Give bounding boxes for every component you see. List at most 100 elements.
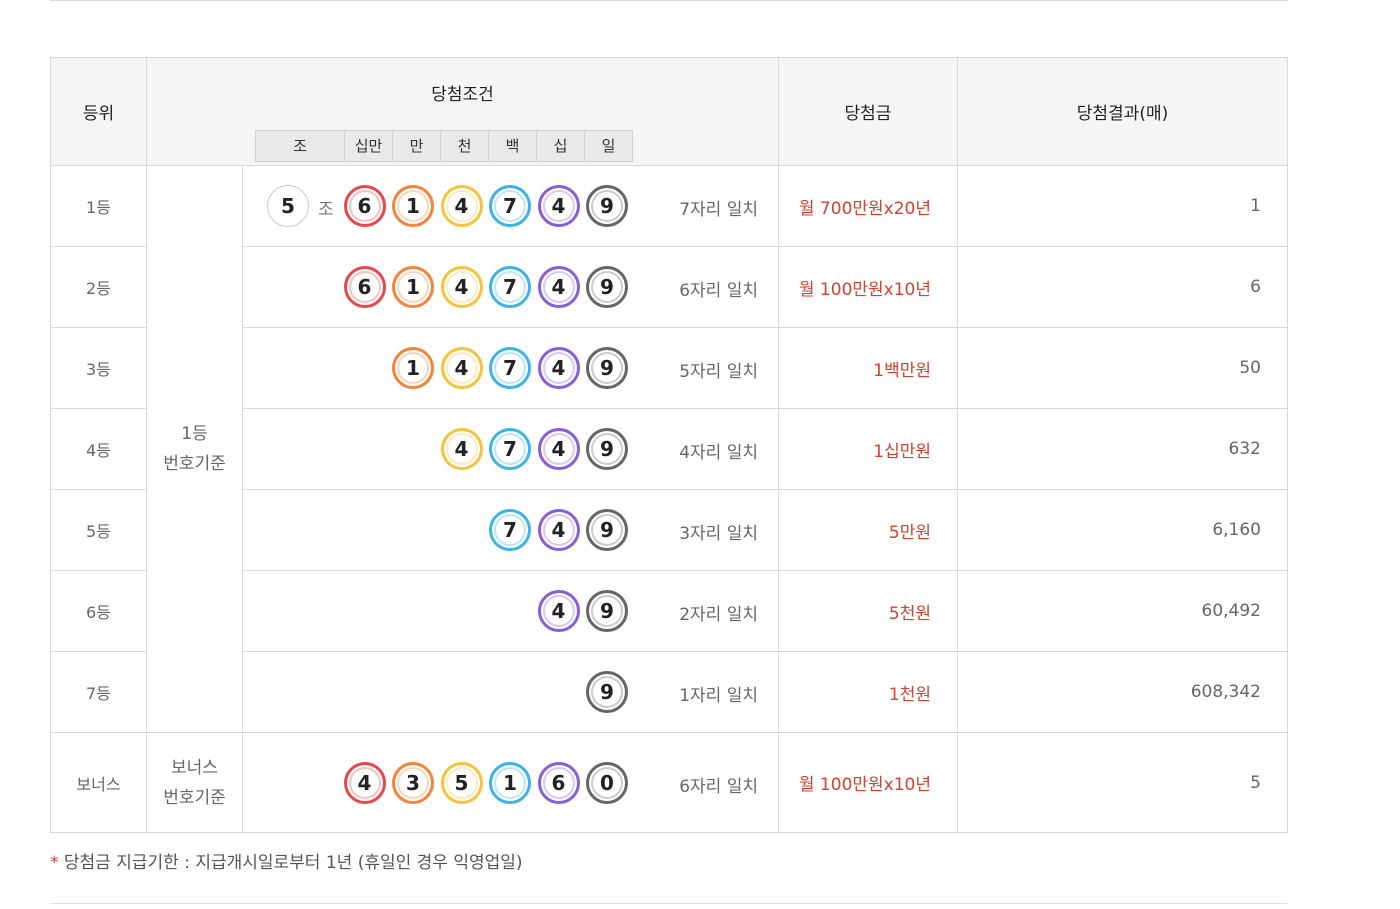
rank-cell: 6등 [50, 570, 147, 652]
match-text: 5자리 일치 [679, 362, 758, 382]
number-ball: 4 [440, 185, 483, 227]
condition-title: 당첨조건 [431, 85, 494, 105]
bonus-numbers-cell: 4 3 5 1 6 0 6자리 일치 [242, 732, 779, 833]
rank-header: 등위 [50, 57, 147, 166]
bonus-label-cell: 보너스번호기준 [146, 732, 243, 833]
prize-cell: 1천원 [778, 651, 958, 733]
jo-number-ball: 5 [267, 185, 309, 227]
number-ball: 7 [489, 185, 531, 227]
number-ball: 4 [343, 761, 386, 804]
prize-header: 당첨금 [778, 57, 958, 166]
number-ball: 7 [489, 428, 531, 470]
prize-cell: 1백만원 [778, 327, 958, 409]
winner-count-cell: 1 [957, 165, 1288, 247]
number-ball: 6 [343, 185, 386, 227]
winner-count-cell: 50 [957, 327, 1288, 409]
number-ball: 4 [537, 266, 580, 308]
match-text: 7자리 일치 [679, 200, 758, 220]
winner-count-cell: 6 [957, 246, 1288, 328]
payment-deadline-note: * 당첨금 지급기한 : 지급개시일로부터 1년 (휴일인 경우 익영업일) [50, 848, 523, 873]
number-ball: 9 [586, 428, 628, 470]
number-ball: 4 [537, 347, 580, 389]
digit-place-jo: 조 [293, 137, 307, 155]
bottom-divider [50, 903, 1287, 904]
number-ball: 5 [440, 761, 483, 804]
group-label-cell: 1등 번호기준 [146, 165, 243, 733]
rank-cell: 2등 [50, 246, 147, 328]
number-ball: 4 [537, 428, 580, 470]
rank-cell: 5등 [50, 489, 147, 571]
number-ball: 7 [489, 266, 531, 308]
note-asterisk: * [50, 853, 59, 873]
match-text: 1자리 일치 [679, 686, 758, 706]
winner-count-cell: 608,342 [957, 651, 1288, 733]
digit-places-header: 조 십만 만 천 백 십 일 [255, 130, 633, 162]
number-ball: 9 [586, 671, 628, 713]
digit-place-1: 일 [584, 131, 632, 161]
number-ball: 7 [489, 509, 531, 551]
number-ball: 9 [586, 590, 628, 632]
previous-section-box [50, 0, 1288, 1]
winner-count-cell: 5 [957, 732, 1288, 833]
number-ball: 9 [586, 509, 628, 551]
digit-place-100: 백 [488, 131, 536, 161]
prize-cell: 월 700만원x20년 [778, 165, 958, 247]
number-ball: 4 [440, 266, 483, 308]
match-text: 6자리 일치 [679, 281, 758, 301]
number-ball: 1 [489, 761, 531, 804]
digit-place-1k: 천 [440, 131, 488, 161]
bonus-label-line2: 번호기준 [163, 787, 226, 808]
number-ball: 3 [392, 761, 434, 804]
number-ball: 1 [392, 266, 434, 308]
bonus-label-line1: 보너스 [171, 757, 218, 778]
digit-place-10: 십 [536, 131, 584, 161]
number-ball: 0 [586, 761, 628, 804]
prize-cell: 5만원 [778, 489, 958, 571]
table-row: 1등 1등 번호기준 5 조 6 1 4 7 4 9 7자리 일치 월 700만원x20년 1 [50, 165, 1288, 733]
match-text: 3자리 일치 [679, 524, 758, 544]
number-ball: 4 [440, 428, 483, 470]
number-ball: 9 [586, 347, 628, 389]
winning-numbers-cell: 4 7 4 9 4자리 일치 [242, 408, 779, 490]
number-ball: 6 [537, 761, 580, 804]
number-ball: 4 [537, 185, 580, 227]
condition-header: 당첨조건 조 십만 만 천 백 십 일 [146, 57, 779, 166]
prize-cell: 월 100만원x10년 [778, 732, 958, 833]
note-text: 당첨금 지급기한 : 지급개시일로부터 1년 (휴일인 경우 익영업일) [63, 853, 523, 873]
number-ball: 9 [586, 266, 628, 308]
prize-table: 등위 당첨조건 조 십만 만 천 백 십 일 당첨금 당첨결과(매) 1등 1등 번… [50, 57, 1288, 833]
prize-cell: 1십만원 [778, 408, 958, 490]
winner-count-cell: 60,492 [957, 570, 1288, 652]
number-ball: 4 [537, 509, 580, 551]
rank-cell: 3등 [50, 327, 147, 409]
table-header-row: 등위 당첨조건 조 십만 만 천 백 십 일 당첨금 당첨결과(매) [50, 57, 1288, 166]
digit-place-10k: 만 [392, 131, 440, 161]
winning-numbers-cell: 9 1자리 일치 [242, 651, 779, 733]
match-text: 4자리 일치 [679, 443, 758, 463]
winner-count-cell: 632 [957, 408, 1288, 490]
digit-place-100k: 십만 [344, 131, 392, 161]
winning-numbers-cell: 5 조 6 1 4 7 4 9 7자리 일치 [242, 165, 779, 247]
number-ball: 4 [440, 347, 483, 389]
rank-cell: 7등 [50, 651, 147, 733]
rank-cell: 4등 [50, 408, 147, 490]
number-ball: 1 [392, 347, 434, 389]
number-ball: 4 [537, 590, 580, 632]
prize-cell: 월 100만원x10년 [778, 246, 958, 328]
rank-cell: 보너스 [50, 732, 147, 833]
number-ball: 7 [489, 347, 531, 389]
winning-numbers-cell: 6 1 4 7 4 9 6자리 일치 [242, 246, 779, 328]
winning-numbers-cell: 4 9 2자리 일치 [242, 570, 779, 652]
number-ball: 1 [392, 185, 434, 227]
winning-numbers-cell: 1 4 7 4 9 5자리 일치 [242, 327, 779, 409]
number-ball: 6 [343, 266, 386, 308]
group-label-line2: 번호기준 [163, 454, 226, 474]
winner-count-cell: 6,160 [957, 489, 1288, 571]
rank-cell: 1등 [50, 165, 147, 247]
prize-cell: 5천원 [778, 570, 958, 652]
winning-numbers-cell: 7 4 9 3자리 일치 [242, 489, 779, 571]
number-ball: 9 [586, 185, 628, 227]
match-text: 6자리 일치 [679, 776, 758, 797]
jo-label: 조 [318, 200, 334, 220]
match-text: 2자리 일치 [679, 605, 758, 625]
